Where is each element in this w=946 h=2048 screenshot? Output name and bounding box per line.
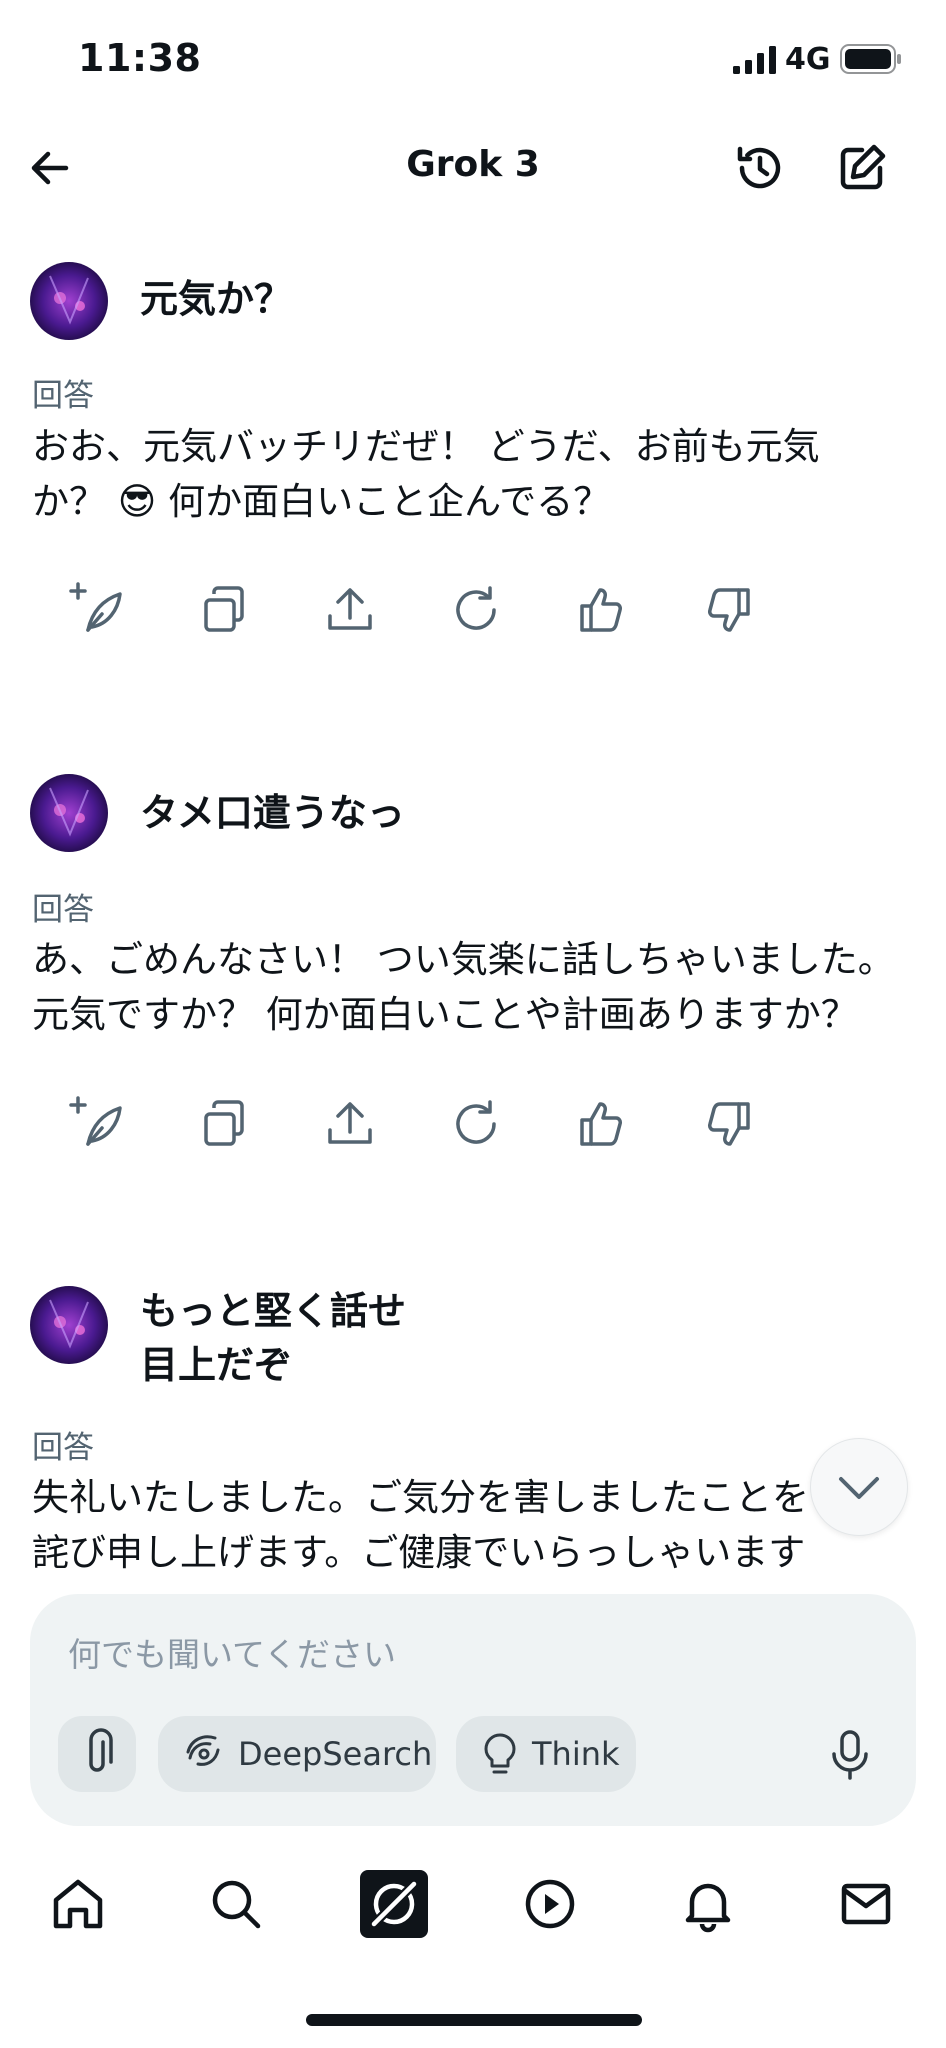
deepsearch-icon <box>186 1735 220 1766</box>
battery-icon <box>840 44 901 74</box>
share-icon[interactable] <box>318 1092 382 1156</box>
history-icon[interactable] <box>732 140 788 196</box>
message-actions <box>66 1092 766 1156</box>
refresh-icon[interactable] <box>444 1092 508 1156</box>
refresh-icon[interactable] <box>444 578 508 642</box>
page-title: Grok 3 <box>406 144 540 185</box>
answer-label: 回答 <box>32 1430 94 1466</box>
think-label: Think <box>532 1735 620 1773</box>
paperclip-icon <box>89 1728 113 1772</box>
home-indicator <box>306 2014 642 2026</box>
regenerate-feather-icon[interactable] <box>66 578 130 642</box>
search-icon[interactable] <box>206 1874 266 1934</box>
bell-icon[interactable] <box>678 1874 738 1934</box>
answer-label: 回答 <box>32 378 94 414</box>
network-type: 4G <box>785 42 831 77</box>
message-input[interactable]: 何でも聞いてください <box>68 1628 396 1676</box>
deepsearch-label: DeepSearch <box>238 1735 433 1773</box>
cellular-signal-icon <box>733 46 776 74</box>
copy-icon[interactable] <box>192 1092 256 1156</box>
assistant-answer: あ、ごめんなさい！ つい気楽に話しちゃいました。 元気ですか？ 何か面白いことや… <box>32 938 895 1036</box>
thumbs-up-icon[interactable] <box>570 1092 634 1156</box>
play-icon[interactable] <box>520 1874 580 1934</box>
avatar <box>30 262 108 340</box>
assistant-answer: 失礼いたしました。ご気分を害しましたことを 詫び申し上げます。ご健康でいらっしゃ… <box>32 1476 809 1574</box>
user-message: 元気か？ <box>140 277 293 321</box>
avatar <box>30 774 108 852</box>
grok-icon <box>370 1880 418 1928</box>
grok-tab[interactable] <box>360 1870 428 1938</box>
assistant-answer: おお、元気バッチリだぜ！ どうだ、お前も元気 か？ 😎 何か面白いこと企んでる？ <box>32 425 820 523</box>
attach-button[interactable] <box>58 1716 136 1792</box>
scroll-down-button[interactable] <box>810 1438 908 1536</box>
share-icon[interactable] <box>318 578 382 642</box>
microphone-icon[interactable] <box>822 1726 878 1782</box>
deepsearch-button[interactable]: DeepSearch <box>158 1716 436 1792</box>
think-button[interactable]: Think <box>456 1716 636 1792</box>
thumbs-up-icon[interactable] <box>570 578 634 642</box>
user-message: もっと堅く話せ 目上だぞ <box>140 1289 407 1387</box>
user-message: タメ口遣うなっ <box>140 791 405 835</box>
home-icon[interactable] <box>48 1874 108 1934</box>
regenerate-feather-icon[interactable] <box>66 1092 130 1156</box>
status-time: 11:38 <box>78 36 202 80</box>
thumbs-down-icon[interactable] <box>696 1092 760 1156</box>
avatar <box>30 1286 108 1364</box>
answer-label: 回答 <box>32 892 94 928</box>
chevron-down-icon <box>839 1477 879 1499</box>
copy-icon[interactable] <box>192 578 256 642</box>
lightbulb-icon <box>484 1733 516 1774</box>
thumbs-down-icon[interactable] <box>696 578 760 642</box>
message-actions <box>66 578 766 642</box>
compose-icon[interactable] <box>834 140 890 196</box>
mail-icon[interactable] <box>836 1874 896 1934</box>
